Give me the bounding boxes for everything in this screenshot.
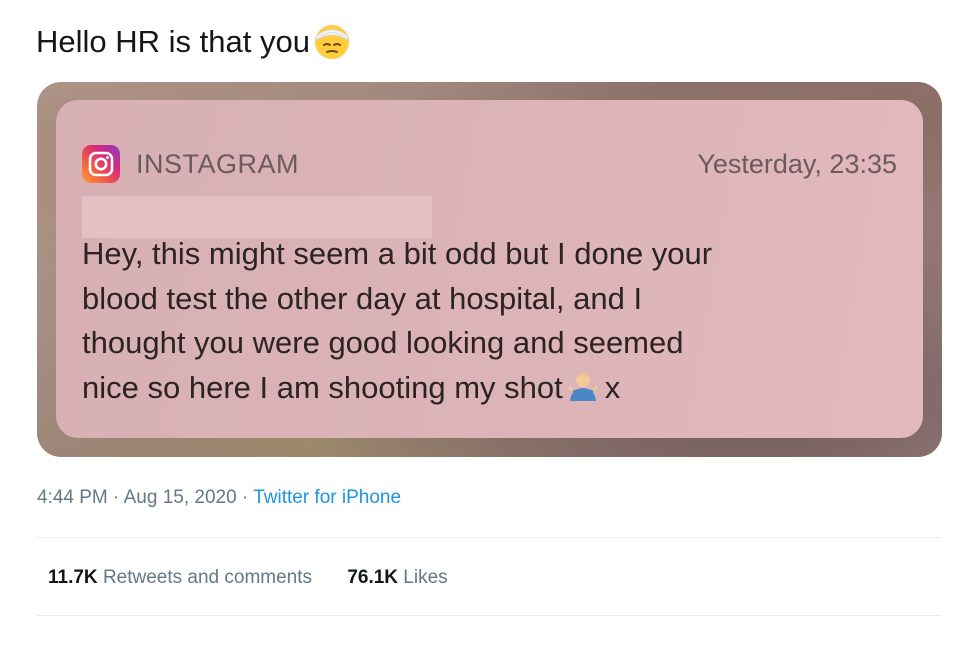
divider xyxy=(37,615,942,616)
tweet-time[interactable]: 4:44 PM xyxy=(37,487,108,508)
meta-separator: · xyxy=(241,487,249,508)
tweet-text: Hello HR is that you xyxy=(36,20,352,64)
likes-count: 76.1K xyxy=(347,567,399,588)
notification-app-name: INSTAGRAM xyxy=(136,148,300,179)
face-with-head-bandage-emoji-icon xyxy=(312,21,352,61)
message-line: thought you were good looking and seemed xyxy=(82,325,684,360)
tweet-meta: 4:44 PM · Aug 15, 2020 · Twitter for iPh… xyxy=(37,484,401,512)
tweet-date[interactable]: Aug 15, 2020 xyxy=(124,487,237,508)
message-tail-text: x xyxy=(604,369,621,405)
tweet-media-image[interactable]: INSTAGRAM Yesterday, 23:35 Hey, this mig… xyxy=(37,82,942,457)
likes-stat[interactable]: 76.1K Likes xyxy=(347,564,447,592)
likes-label: Likes xyxy=(403,567,448,588)
message-line: Hey, this might seem a bit odd but I don… xyxy=(82,236,713,271)
tweet-text-content: Hello HR is that you xyxy=(36,24,310,59)
tweet-source-link[interactable]: Twitter for iPhone xyxy=(253,487,401,508)
message-line-text: nice so here I am shooting my shot xyxy=(82,369,563,405)
person-shrugging-emoji-icon xyxy=(565,368,601,404)
notification-header: INSTAGRAM xyxy=(82,144,299,184)
retweets-label: Retweets and comments xyxy=(102,567,313,588)
instagram-icon xyxy=(82,145,120,183)
retweets-stat[interactable]: 11.7K Retweets and comments xyxy=(48,564,312,592)
divider xyxy=(37,537,942,538)
message-line-last: nice so here I am shooting my shot x xyxy=(82,366,902,411)
notification-timestamp: Yesterday, 23:35 xyxy=(697,149,897,179)
notification-message: Hey, this might seem a bit odd but I don… xyxy=(82,232,902,410)
retweets-count: 11.7K xyxy=(48,567,98,588)
tweet-stats: 11.7K Retweets and comments 76.1K Likes xyxy=(48,564,478,592)
message-line: blood test the other day at hospital, an… xyxy=(82,280,643,316)
instagram-notification: INSTAGRAM Yesterday, 23:35 Hey, this mig… xyxy=(56,100,923,438)
meta-separator: · xyxy=(113,487,120,508)
